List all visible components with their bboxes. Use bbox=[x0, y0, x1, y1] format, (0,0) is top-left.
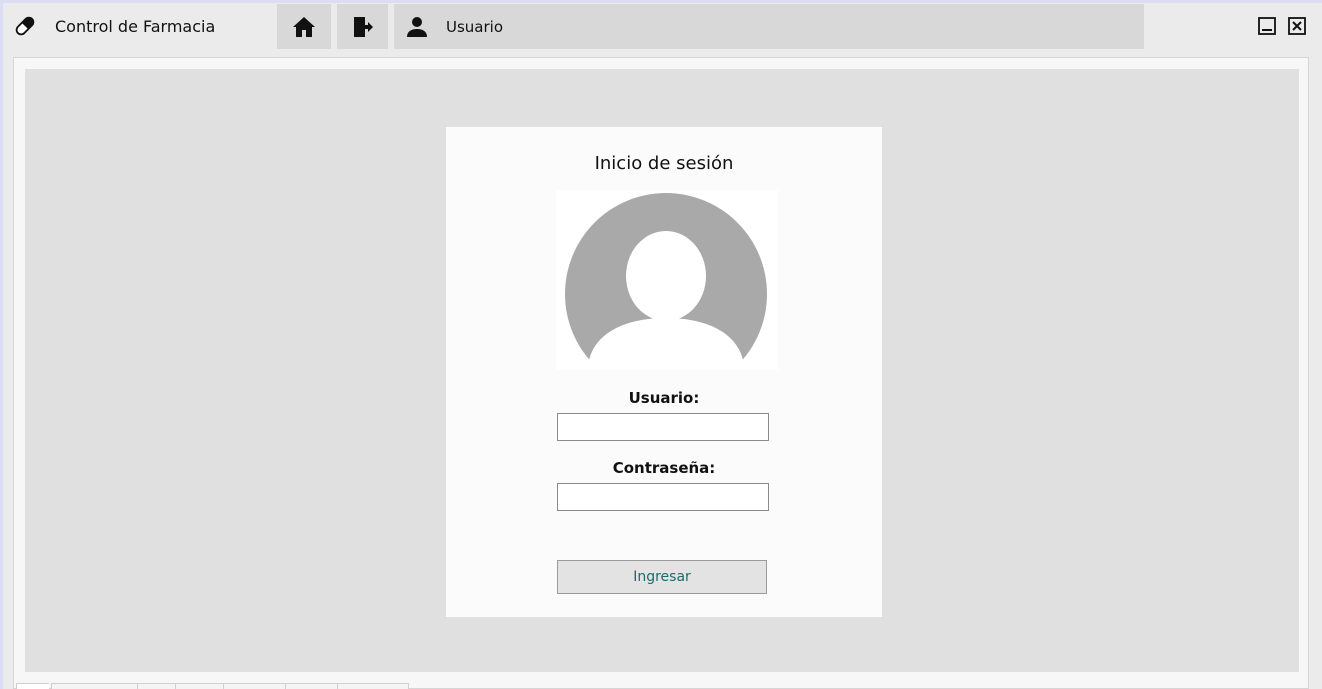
bottom-tab-strip bbox=[16, 683, 1296, 689]
user-avatar-icon bbox=[565, 193, 767, 362]
password-label: Contraseña: bbox=[612, 459, 716, 477]
login-submit-button[interactable]: Ingresar bbox=[557, 560, 767, 594]
username-input[interactable] bbox=[557, 413, 769, 441]
minimize-icon[interactable] bbox=[1258, 17, 1276, 35]
username-label: Usuario: bbox=[628, 389, 700, 407]
bottom-tab[interactable] bbox=[51, 683, 137, 689]
logout-icon bbox=[353, 16, 373, 37]
bottom-tab[interactable] bbox=[223, 683, 285, 689]
close-icon[interactable] bbox=[1288, 17, 1306, 35]
bottom-tab[interactable] bbox=[137, 683, 175, 689]
avatar bbox=[556, 190, 778, 370]
home-button[interactable] bbox=[277, 4, 331, 49]
person-icon bbox=[407, 16, 427, 37]
login-title: Inicio de sesión bbox=[594, 153, 734, 174]
home-icon bbox=[293, 16, 315, 37]
pill-icon bbox=[15, 16, 35, 36]
app-title: Control de Farmacia bbox=[55, 17, 216, 36]
login-card: Inicio de sesión Usuario: Contraseña: In… bbox=[446, 127, 882, 617]
app-window: Control de Farmacia Usuario Inicio de se… bbox=[0, 0, 1322, 689]
bottom-tab[interactable] bbox=[16, 683, 49, 689]
bottom-tab[interactable] bbox=[175, 683, 223, 689]
content-frame: Inicio de sesión Usuario: Contraseña: In… bbox=[13, 57, 1309, 689]
password-input[interactable] bbox=[557, 483, 769, 511]
user-menu-label: Usuario bbox=[446, 17, 504, 36]
title-bar: Control de Farmacia Usuario bbox=[3, 3, 1322, 50]
bottom-tab[interactable] bbox=[285, 683, 337, 689]
user-menu-button[interactable]: Usuario bbox=[394, 4, 1144, 49]
content-area: Inicio de sesión Usuario: Contraseña: In… bbox=[25, 69, 1299, 672]
logout-button[interactable] bbox=[337, 4, 388, 49]
bottom-tab[interactable] bbox=[337, 683, 409, 689]
